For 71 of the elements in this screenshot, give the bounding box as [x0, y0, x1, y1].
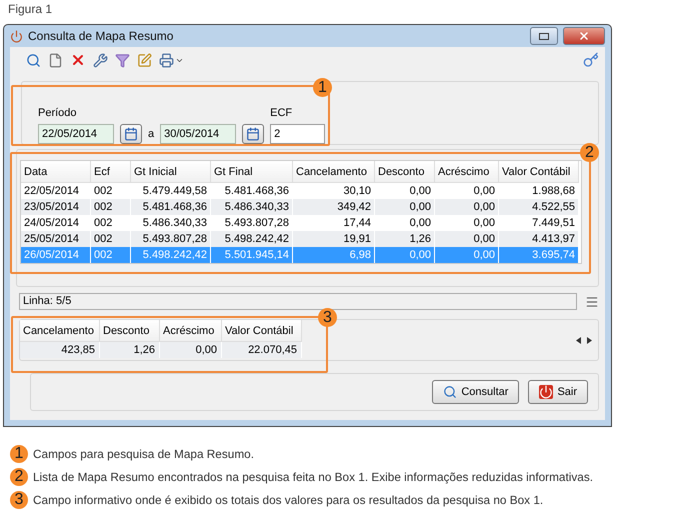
- legend-text: Lista de Mapa Resumo encontrados na pesquisa feita no Box 1. Exibe informações reduzidas informativas.: [33, 470, 594, 484]
- row-counter: Linha: 5/5: [19, 293, 577, 310]
- column-header[interactable]: Valor Contábil: [499, 161, 579, 183]
- search-icon[interactable]: [26, 52, 41, 68]
- table-cell: 1,26: [100, 342, 160, 358]
- power-icon: [539, 385, 554, 399]
- column-header[interactable]: Cancelamento: [293, 161, 375, 183]
- table-cell[interactable]: 5.481.468,36: [131, 199, 211, 215]
- table-cell[interactable]: 23/05/2014: [21, 199, 91, 215]
- table-cell[interactable]: 0,00: [435, 231, 499, 247]
- table-cell[interactable]: 1,26: [375, 231, 435, 247]
- number-badge: 3: [10, 491, 28, 509]
- table-cell[interactable]: 4.522,55: [499, 199, 579, 215]
- calendar-icon: [124, 127, 138, 141]
- table-cell[interactable]: 5.486.340,33: [211, 199, 293, 215]
- exit-button[interactable]: Sair: [528, 380, 588, 404]
- document-icon[interactable]: [48, 52, 63, 68]
- ecf-label: ECF: [270, 107, 294, 119]
- restore-button[interactable]: [530, 27, 558, 45]
- period-label: Período: [38, 107, 78, 119]
- number-badge: 1: [10, 445, 28, 463]
- table-cell: 22.070,45: [222, 342, 302, 358]
- column-header[interactable]: Data: [21, 161, 91, 183]
- table-cell[interactable]: 4.413,97: [499, 231, 579, 247]
- start-date-field[interactable]: 22/05/2014: [38, 124, 114, 144]
- scroll-right-icon[interactable]: [587, 336, 592, 344]
- edit-icon[interactable]: [137, 52, 152, 68]
- end-date-field[interactable]: 30/05/2014: [160, 124, 236, 144]
- column-header: Valor Contábil: [222, 320, 302, 342]
- table-cell[interactable]: 002: [91, 199, 131, 215]
- column-header[interactable]: Gt Inicial: [131, 161, 211, 183]
- figure-caption: Figura 1: [7, 1, 54, 18]
- search-button[interactable]: Consultar: [432, 380, 520, 404]
- table-cell: 423,85: [20, 342, 100, 358]
- table-cell[interactable]: 25/05/2014: [21, 231, 91, 247]
- column-header[interactable]: Gt Final: [211, 161, 293, 183]
- column-header[interactable]: Desconto: [375, 161, 435, 183]
- column-header: Desconto: [100, 320, 160, 342]
- range-separator: a: [148, 128, 154, 140]
- legend-text: Campo informativo onde é exibido os totais dos valores para os resultados da pesquisa no Box 1.: [33, 493, 544, 507]
- calendar-button[interactable]: [242, 124, 264, 144]
- column-header[interactable]: Acréscimo: [435, 161, 499, 183]
- close-button[interactable]: [563, 27, 605, 45]
- search-icon: [443, 385, 458, 399]
- restore-icon: [539, 32, 549, 40]
- printer-icon[interactable]: [159, 52, 174, 68]
- table-cell: 0,00: [160, 342, 222, 358]
- calendar-button[interactable]: [120, 124, 142, 144]
- scroll-left-icon[interactable]: [576, 336, 581, 344]
- key-icon[interactable]: [583, 52, 599, 68]
- table-cell[interactable]: 5.498.242,42: [211, 231, 293, 247]
- legend-text: Campos para pesquisa de Mapa Resumo.: [33, 447, 254, 461]
- table-cell[interactable]: 5.493.807,28: [131, 231, 211, 247]
- close-icon: [578, 30, 590, 42]
- table-cell[interactable]: 002: [91, 231, 131, 247]
- column-header: Cancelamento: [20, 320, 100, 342]
- table-cell[interactable]: 0,00: [435, 199, 499, 215]
- column-header[interactable]: Ecf: [91, 161, 131, 183]
- table-cell[interactable]: 349,42: [293, 199, 375, 215]
- number-badge: 2: [10, 468, 28, 486]
- window-title: Consulta de Mapa Resumo: [28, 29, 174, 43]
- table-cell[interactable]: 19,91: [293, 231, 375, 247]
- menu-icon[interactable]: [585, 294, 599, 308]
- delete-icon[interactable]: [70, 52, 86, 68]
- column-header: Acréscimo: [160, 320, 222, 342]
- wrench-icon[interactable]: [93, 52, 108, 68]
- filter-icon[interactable]: [115, 52, 130, 68]
- calendar-icon: [246, 127, 260, 141]
- app-icon: [10, 30, 23, 42]
- ecf-field[interactable]: 2: [270, 124, 326, 144]
- table-cell[interactable]: 0,00: [375, 199, 435, 215]
